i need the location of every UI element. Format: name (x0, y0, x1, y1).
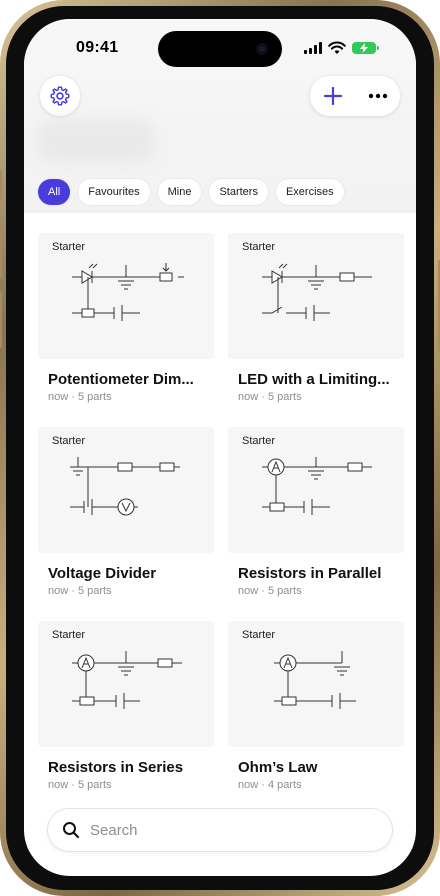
toolbar-pill (310, 76, 400, 116)
project-card[interactable]: Starter LED with a Limiting... now · 5 p… (228, 233, 404, 403)
filter-chip-favourites[interactable]: Favourites (78, 179, 150, 205)
circuit-diagram-icon (274, 651, 356, 709)
project-card[interactable]: Starter Resistors in Series now · 5 part… (38, 621, 214, 791)
volume-down-button (0, 292, 2, 348)
camera-icon (256, 43, 268, 55)
settings-button[interactable] (40, 76, 80, 116)
card-meta: now · 5 parts (48, 779, 112, 791)
status-icons (304, 41, 379, 55)
filter-chip-mine[interactable]: Mine (157, 179, 202, 205)
project-card[interactable]: Starter Resistors in Parallel now · 5 pa… (228, 427, 404, 597)
card-title: Ohm’s Law (238, 759, 318, 776)
circuit-diagram-icon (262, 457, 372, 515)
more-button[interactable] (355, 76, 400, 116)
gear-icon (50, 86, 70, 106)
card-meta: now · 5 parts (238, 391, 302, 403)
project-card[interactable]: Starter Potentiometer Dim... now · 5 par… (38, 233, 214, 403)
circuit-thumbnail: Starter (228, 427, 404, 553)
filter-chip-all[interactable]: All (38, 179, 71, 205)
add-button[interactable] (310, 76, 355, 116)
search-field[interactable]: Search (48, 809, 392, 851)
magnifier-icon (63, 822, 80, 839)
card-title: LED with a Limiting... (238, 371, 390, 388)
volume-up-button (0, 222, 2, 278)
action-button (0, 170, 2, 200)
circuit-diagram-icon (262, 263, 372, 321)
ellipsis-icon (368, 93, 387, 99)
large-title-placeholder (36, 119, 156, 163)
filter-chip-starters[interactable]: Starters (209, 179, 268, 205)
plus-icon (323, 86, 342, 106)
filter-bar: All Favourites Mine Starters Exercises (38, 179, 344, 205)
dynamic-island (158, 31, 282, 67)
circuit-diagram-icon (72, 263, 184, 321)
card-meta: now · 4 parts (238, 779, 302, 791)
card-title: Potentiometer Dim... (48, 371, 194, 388)
project-card[interactable]: Starter Voltage Divider now · 5 parts (38, 427, 214, 597)
status-time: 09:41 (76, 39, 119, 56)
project-card[interactable]: Starter Ohm’s Law now · 4 parts (228, 621, 404, 791)
filter-chip-exercises[interactable]: Exercises (275, 179, 344, 205)
circuit-thumbnail: Starter (38, 621, 214, 747)
card-meta: now · 5 parts (48, 391, 112, 403)
card-meta: now · 5 parts (238, 585, 302, 597)
cellular-signal-icon (304, 42, 322, 54)
circuit-thumbnail: Starter (228, 621, 404, 747)
circuit-diagram-icon (70, 457, 180, 516)
card-title: Resistors in Series (48, 759, 184, 776)
app-screen: 09:41 All Favourites Mine Starters Exerc… (24, 19, 416, 876)
card-title: Voltage Divider (48, 565, 157, 582)
circuit-thumbnail: Starter (38, 427, 214, 553)
wifi-icon (328, 41, 346, 54)
circuit-thumbnail: Starter (38, 233, 214, 359)
card-title: Resistors in Parallel (238, 565, 382, 582)
circuit-diagram-icon (72, 651, 182, 709)
circuit-thumbnail: Starter (228, 233, 404, 359)
search-placeholder: Search (90, 821, 138, 839)
card-meta: now · 5 parts (48, 585, 112, 597)
battery-charging-icon (352, 42, 379, 54)
